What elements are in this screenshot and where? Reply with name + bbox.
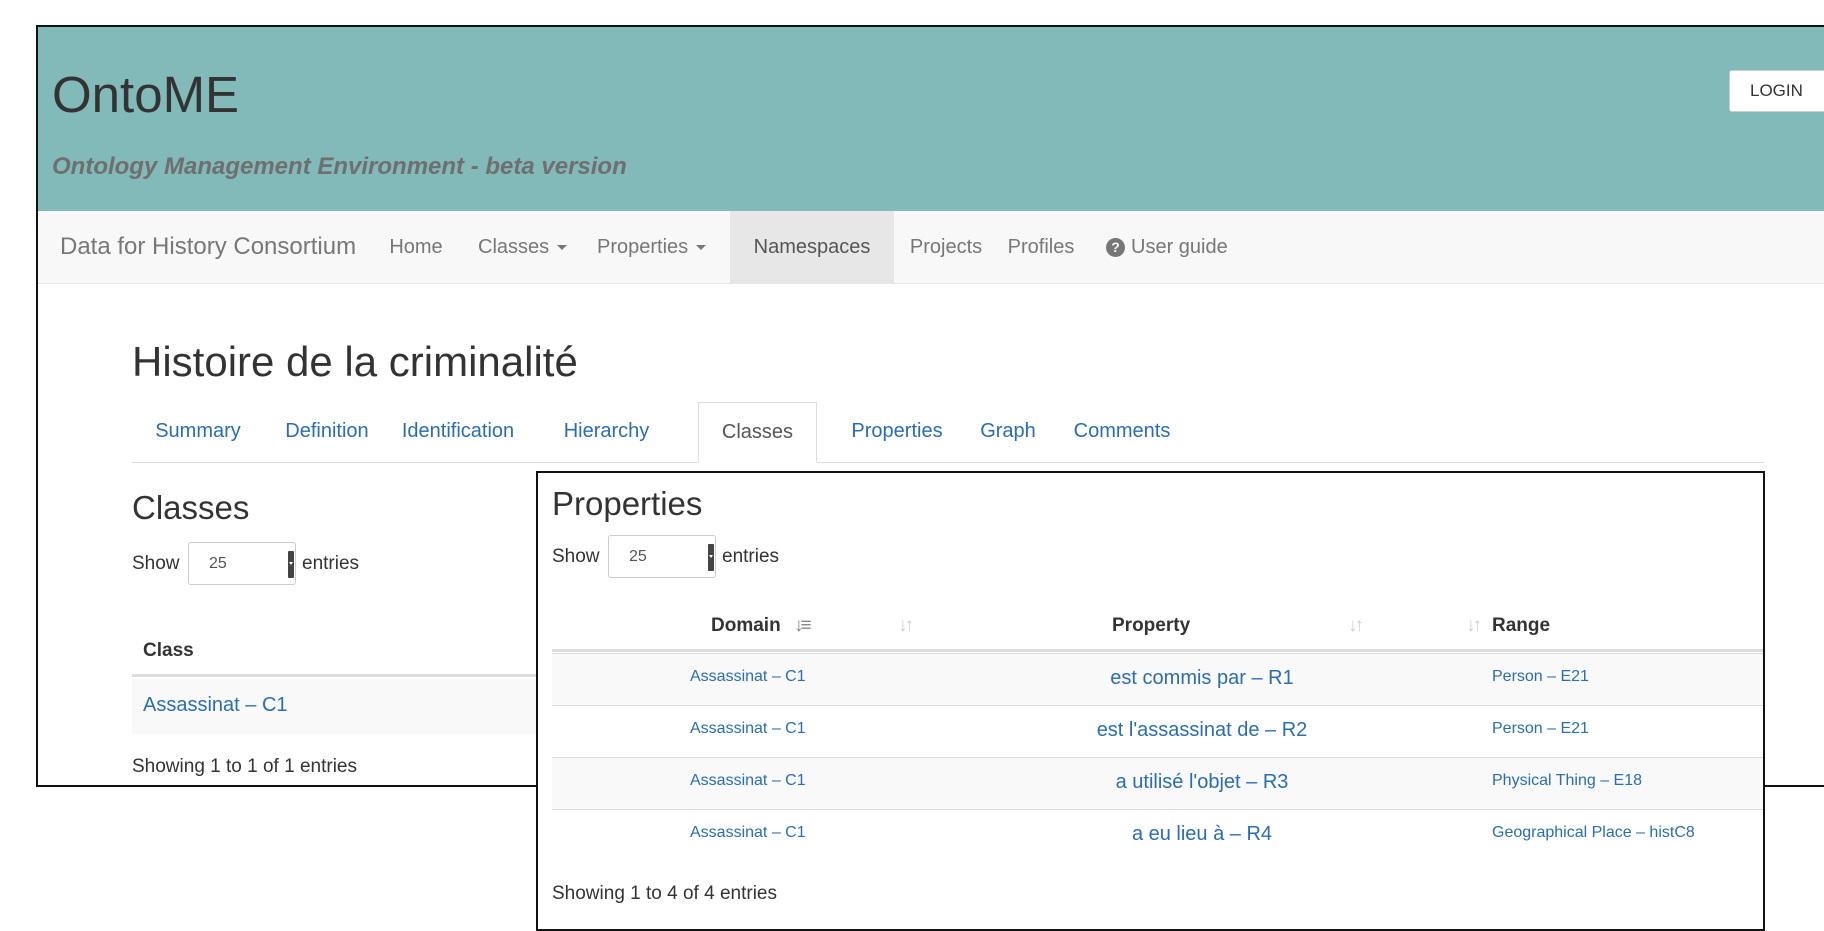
nav-namespaces[interactable]: Namespaces — [730, 211, 894, 283]
tab-comments-label: Comments — [1073, 420, 1171, 442]
tab-properties-label: Properties — [851, 420, 943, 442]
properties-entries-value: 25 — [629, 548, 647, 565]
classes-table-header: Class — [132, 627, 572, 677]
properties-heading: Properties — [552, 485, 703, 522]
nav-properties-label: Properties — [597, 236, 689, 258]
sort-icon[interactable]: ↓↑ — [1348, 615, 1364, 637]
login-button[interactable]: LOGIN — [1729, 70, 1824, 112]
domain-link[interactable]: Assassinat – C1 — [690, 720, 806, 738]
nav-home[interactable]: Home — [383, 211, 449, 283]
properties-entries-select[interactable]: 25 — [608, 535, 716, 578]
app-subtitle: Ontology Management Environment - beta v… — [52, 153, 627, 180]
tab-identification-label: Identification — [401, 420, 515, 442]
classes-entries-select[interactable]: 25 — [188, 542, 296, 585]
domain-link[interactable]: Assassinat – C1 — [690, 824, 806, 842]
domain-column-header[interactable]: Domain — [711, 615, 781, 637]
nav-home-label: Home — [389, 236, 443, 258]
tab-classes[interactable]: Classes — [698, 402, 817, 463]
classes-entries-value: 25 — [209, 555, 227, 572]
tab-hierarchy-label: Hierarchy — [563, 420, 650, 442]
nav-properties-dropdown[interactable]: Properties — [585, 211, 727, 283]
range-link[interactable]: Geographical Place – histC8 — [1492, 824, 1695, 842]
tab-classes-label: Classes — [721, 421, 794, 443]
nav-classes-dropdown[interactable]: Classes — [467, 211, 578, 283]
properties-panel: Properties Show 25 entries Domain ↓≡ ↓↑ … — [536, 471, 1765, 931]
properties-entries-label: entries — [722, 546, 780, 567]
nav-user-guide[interactable]: ? User guide — [1096, 211, 1246, 283]
tab-summary-label: Summary — [155, 420, 241, 442]
property-link[interactable]: a utilisé l'objet – R3 — [952, 771, 1452, 794]
property-link[interactable]: a eu lieu à – R4 — [952, 823, 1452, 846]
property-link[interactable]: est l'assassinat de – R2 — [952, 719, 1452, 742]
classes-entries-label: entries — [302, 553, 360, 574]
domain-link[interactable]: Assassinat – C1 — [690, 668, 806, 686]
nav-user-guide-label: User guide — [1131, 236, 1228, 258]
table-row: Assassinat – C1 a utilisé l'objet – R3 P… — [552, 757, 1763, 809]
sort-amount-asc-icon[interactable]: ↓≡ — [794, 615, 812, 637]
range-link[interactable]: Person – E21 — [1492, 720, 1589, 738]
nav-projects-label: Projects — [909, 236, 983, 258]
tab-definition-label: Definition — [285, 420, 369, 442]
property-link[interactable]: est commis par – R1 — [952, 667, 1452, 690]
sort-icon[interactable]: ↓↑ — [1466, 615, 1482, 637]
range-column-header[interactable]: Range — [1492, 615, 1550, 637]
property-column-header[interactable]: Property — [1112, 615, 1190, 637]
navbar-brand[interactable]: Data for History Consortium — [60, 211, 356, 283]
properties-show-label: Show — [552, 546, 600, 567]
properties-table-header: Domain ↓≡ ↓↑ Property ↓↑ ↓↑ Range — [552, 598, 1763, 652]
nav-projects[interactable]: Projects — [894, 211, 998, 283]
table-row: Assassinat – C1 a eu lieu à – R4 Geograp… — [552, 809, 1763, 861]
range-link[interactable]: Physical Thing – E18 — [1492, 772, 1642, 790]
select-arrow-icon — [288, 551, 294, 578]
table-row: Assassinat – C1 — [132, 679, 572, 734]
properties-table-info: Showing 1 to 4 of 4 entries — [552, 883, 777, 904]
nav-profiles-label: Profiles — [1007, 236, 1075, 258]
question-circle-icon: ? — [1106, 238, 1125, 257]
header-banner: OntoME Ontology Management Environment -… — [38, 27, 1824, 211]
classes-show-label: Show — [132, 553, 180, 574]
tab-definition[interactable]: Definition — [264, 402, 390, 462]
range-link[interactable]: Person – E21 — [1492, 668, 1589, 686]
nav-classes-label: Classes — [478, 236, 550, 258]
navbar: Data for History Consortium Home Classes… — [38, 211, 1824, 284]
sort-icon[interactable]: ↓↑ — [898, 615, 914, 637]
nav-namespaces-label: Namespaces — [753, 236, 871, 258]
tab-comments[interactable]: Comments — [1054, 402, 1190, 462]
tab-graph[interactable]: Graph — [964, 402, 1052, 462]
class-column-header[interactable]: Class — [143, 640, 194, 662]
app-title: OntoME — [52, 66, 240, 123]
tab-graph-label: Graph — [980, 420, 1036, 442]
page-title: Histoire de la criminalité — [132, 338, 578, 385]
classes-heading: Classes — [132, 489, 250, 526]
nav-profiles[interactable]: Profiles — [998, 211, 1084, 283]
caret-down-icon — [696, 245, 707, 251]
table-row: Assassinat – C1 est commis par – R1 Pers… — [552, 653, 1763, 705]
caret-down-icon — [557, 245, 568, 251]
class-link[interactable]: Assassinat – C1 — [143, 694, 288, 717]
domain-link[interactable]: Assassinat – C1 — [690, 772, 806, 790]
classes-table-info: Showing 1 to 1 of 1 entries — [132, 756, 357, 777]
tab-summary[interactable]: Summary — [132, 402, 264, 462]
tab-hierarchy[interactable]: Hierarchy — [546, 402, 667, 462]
select-arrow-icon — [708, 544, 714, 571]
tab-identification[interactable]: Identification — [390, 402, 526, 462]
namespace-tabs: Summary Definition Identification Hierar… — [132, 402, 1764, 463]
table-row: Assassinat – C1 est l'assassinat de – R2… — [552, 705, 1763, 757]
tab-properties[interactable]: Properties — [832, 402, 962, 462]
